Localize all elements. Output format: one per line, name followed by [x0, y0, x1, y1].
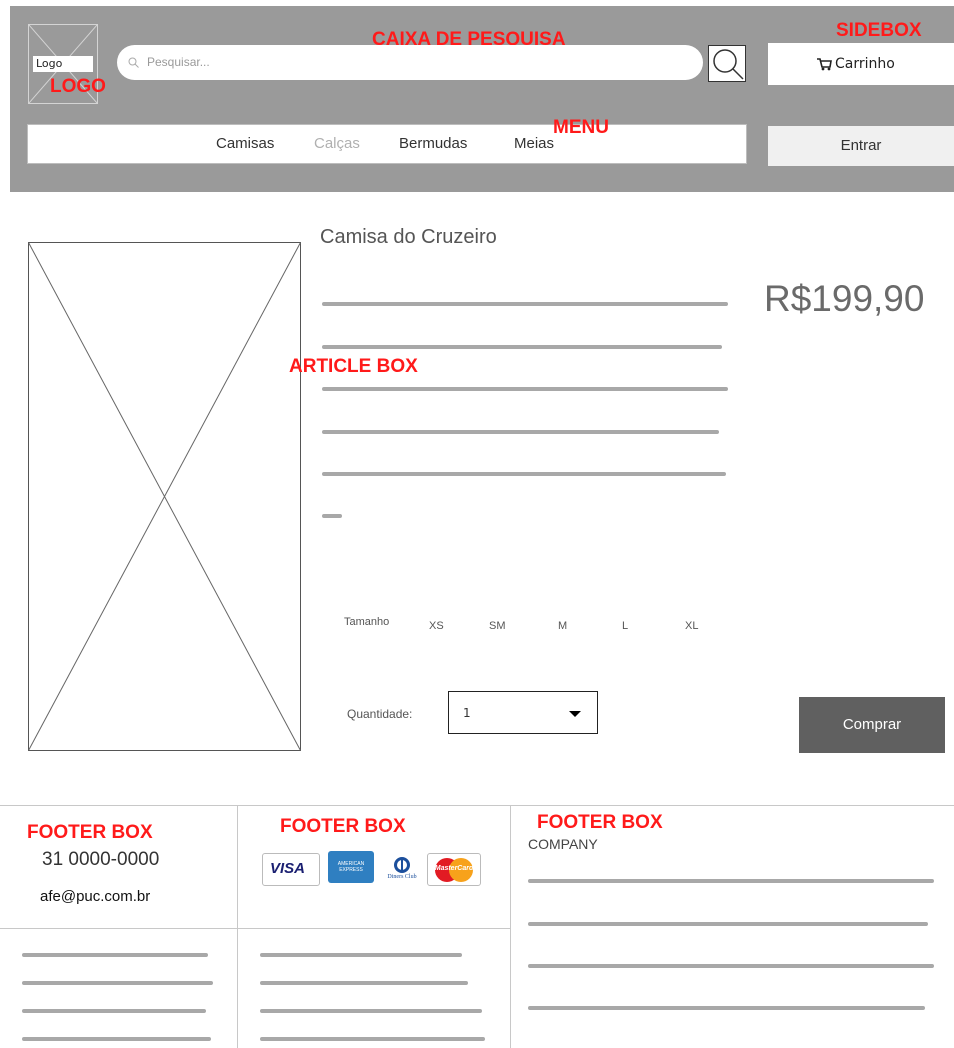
divider — [510, 806, 511, 1048]
menu-item-camisas[interactable]: Camisas — [216, 135, 274, 153]
annotation-footer-3: FOOTER BOX — [537, 812, 663, 833]
chevron-down-icon — [569, 711, 581, 717]
footer-link-line[interactable] — [260, 1009, 482, 1013]
quantity-select[interactable]: 1 — [448, 691, 598, 734]
description-line — [322, 514, 342, 518]
visa-card-icon: VISA — [262, 853, 320, 886]
main-menu: Camisas Calças Bermudas Meias — [27, 124, 747, 164]
mastercard-label: MasterCard — [434, 865, 474, 872]
footer-link-line[interactable] — [528, 922, 928, 926]
logo-label: Logo — [33, 56, 93, 72]
product-image-placeholder — [28, 242, 301, 751]
quantity-value: 1 — [463, 706, 471, 720]
search-icon — [128, 57, 139, 68]
login-button[interactable]: Entrar — [768, 126, 954, 166]
amex-card-label: AMERICAN EXPRESS — [337, 861, 365, 873]
footer-link-line[interactable] — [528, 1006, 925, 1010]
menu-item-meias[interactable]: Meias — [514, 135, 554, 153]
footer-link-line[interactable] — [22, 1009, 206, 1013]
annotation-article: ARTICLE BOX — [289, 356, 418, 377]
footer-link-line[interactable] — [528, 964, 934, 968]
footer-link-line[interactable] — [260, 981, 468, 985]
diners-card-label: Diners Club — [387, 874, 417, 880]
divider — [0, 805, 954, 806]
description-line — [322, 345, 722, 349]
footer-link-line[interactable] — [22, 1037, 211, 1041]
cart-label: Carrinho — [835, 56, 895, 72]
divider — [237, 806, 238, 1048]
diners-card-icon: Diners Club — [380, 853, 424, 886]
mastercard-icon: MasterCard — [427, 853, 481, 886]
visa-card-label: VISA — [270, 860, 306, 877]
footer-link-line[interactable] — [22, 953, 208, 957]
search-button[interactable] — [708, 45, 746, 82]
quantity-label: Quantidade: — [347, 707, 413, 721]
size-label: Tamanho — [344, 616, 390, 628]
footer-email[interactable]: afe@puc.com.br — [40, 888, 150, 905]
footer-company-label: COMPANY — [528, 836, 598, 852]
description-line — [322, 430, 719, 434]
menu-item-bermudas[interactable]: Bermudas — [399, 135, 467, 153]
menu-item-calcas[interactable]: Calças — [314, 135, 360, 153]
image-placeholder-icon — [28, 242, 301, 751]
amex-card-icon: AMERICAN EXPRESS — [328, 851, 374, 883]
annotation-footer-1: FOOTER BOX — [27, 822, 153, 843]
cart-icon — [817, 58, 832, 71]
diners-logo-icon — [394, 857, 410, 873]
description-line — [322, 387, 728, 391]
size-option-xl[interactable]: XL — [685, 620, 698, 632]
footer-phone: 31 0000-0000 — [42, 849, 160, 870]
description-line — [322, 302, 728, 306]
divider — [0, 928, 510, 929]
description-line — [322, 472, 726, 476]
annotation-logo: LOGO — [50, 76, 106, 97]
footer-link-line[interactable] — [22, 981, 213, 985]
footer-link-line[interactable] — [260, 1037, 485, 1041]
size-option-sm[interactable]: SM — [489, 620, 506, 632]
buy-button[interactable]: Comprar — [799, 697, 945, 753]
product-title: Camisa do Cruzeiro — [320, 226, 497, 248]
annotation-menu: MENU — [553, 117, 609, 138]
search-input[interactable]: Pesquisar... — [117, 45, 703, 80]
annotation-sidebox: SIDEBOX — [836, 20, 922, 41]
annotation-footer-2: FOOTER BOX — [280, 816, 406, 837]
magnifier-icon — [713, 49, 744, 80]
footer-link-line[interactable] — [528, 879, 934, 883]
footer-link-line[interactable] — [260, 953, 462, 957]
size-option-l[interactable]: L — [622, 620, 628, 632]
size-option-xs[interactable]: XS — [429, 620, 444, 632]
size-option-m[interactable]: M — [558, 620, 567, 632]
product-price: R$199,90 — [764, 278, 925, 319]
cart-button[interactable]: Carrinho — [768, 43, 954, 85]
